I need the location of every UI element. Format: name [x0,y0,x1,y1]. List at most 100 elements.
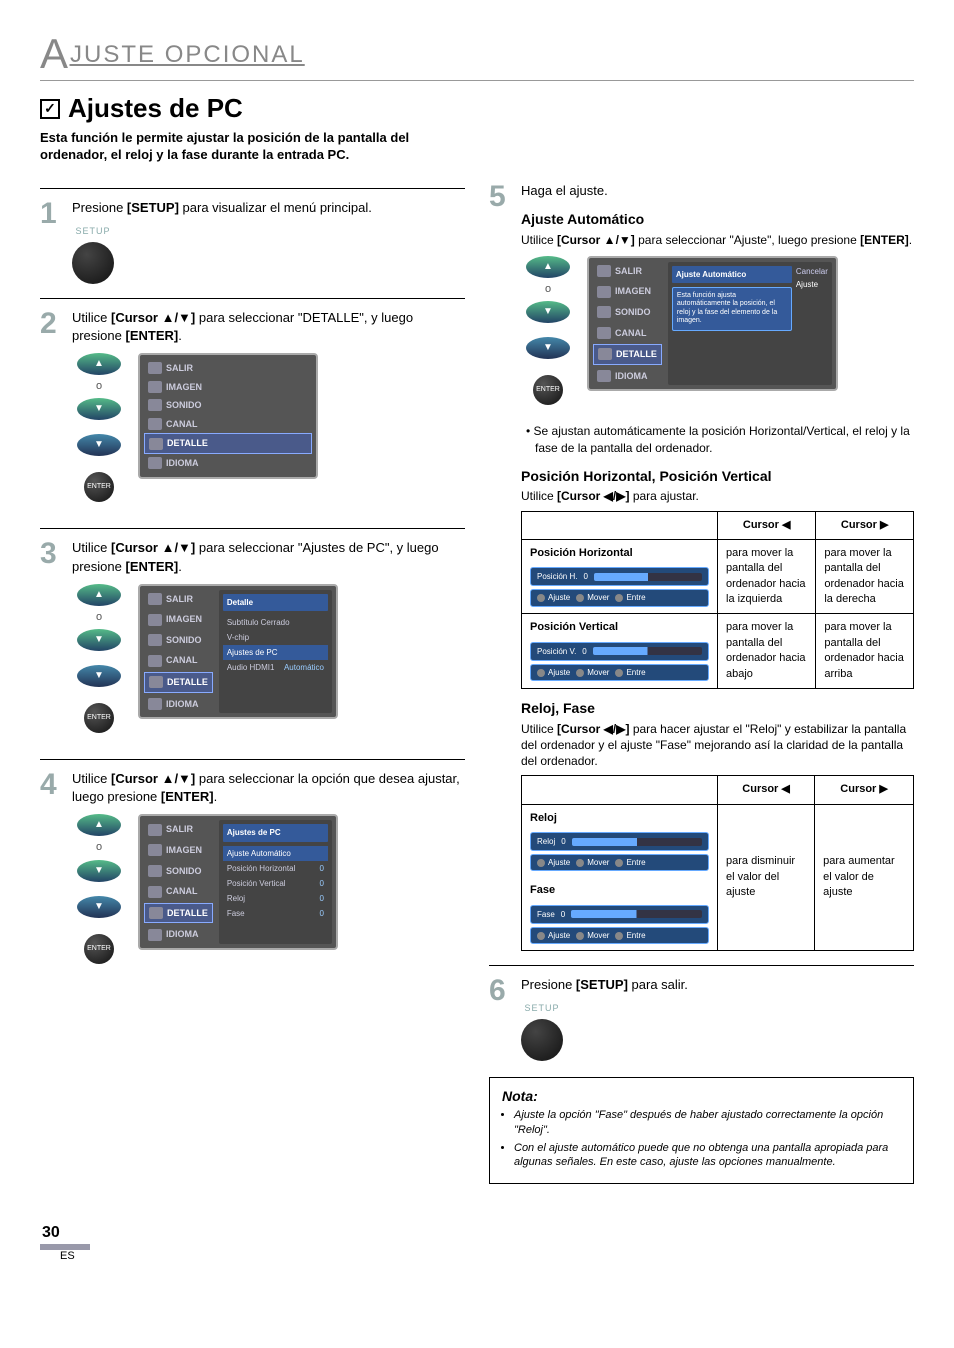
osd-sidebar: SALIR IMAGEN SONIDO CANAL DETALLE IDIOMA [144,820,213,944]
down-button-icon: ▼ [77,629,121,651]
header-letter: A [40,30,70,77]
menu-item-sonido: SONIDO [144,396,312,415]
menu-item-canal: CANAL [144,882,213,901]
down-arrow-icon: ▼ [526,337,570,359]
setup-label: SETUP [75,225,110,238]
th-cursor-left: Cursor ◀ [718,776,815,804]
menu-item-idioma: IDIOMA [144,454,312,473]
menu-item-idioma: IDIOMA [593,367,662,386]
note-item: Ajuste la opción "Fase" después de haber… [514,1108,901,1138]
remote-dpad-enter: ▲ o ▼ ▼ ENTER [521,256,575,417]
adjust-label: Ajuste [796,279,828,290]
left-column: 1 Presione [SETUP] para visualizar el me… [40,182,465,1184]
auto-bullet: • Se ajustan automáticamente la posición… [521,423,914,457]
osd-right-panel: Detalle Subtítulo Cerrado V-chip Ajustes… [219,590,332,714]
step-body: Haga el ajuste. Ajuste Automático Utilic… [521,182,914,951]
step-6: 6 Presione [SETUP] para salir. SETUP [489,976,914,1061]
osd-slider: Posición H.0 AjusteMoverEntre [530,567,709,606]
cell-left: para mover la pantalla del ordenador hac… [718,614,816,689]
step-1: 1 Presione [SETUP] para visualizar el me… [40,199,465,284]
section-title-row: ✓ Ajustes de PC [40,93,914,124]
menu-item-salir: SALIR [144,820,213,839]
pos-head: Posición Horizontal, Posición Vertical [521,467,914,487]
auto-actions: Cancelar Ajuste [796,266,828,382]
remote-dpad-enter: ▲ o ▼ ▼ ENTER [72,814,126,975]
lang-code: ES [40,1250,75,1262]
remote-dpad-enter: ▲ o ▼ ▼ ENTER [72,584,126,745]
divider [40,188,465,189]
th-empty [522,776,718,804]
row-name: Reloj [530,812,557,824]
clock-table: Cursor ◀ Cursor ▶ Reloj Reloj0 AjusteMov… [521,775,914,951]
menu-item-canal: CANAL [593,324,662,343]
cell-right: para aumentar el valor de ajuste [815,804,914,951]
clock-head: Reloj, Fase [521,699,914,719]
panel-item-selected: Ajustes de PC [223,645,328,660]
panel-header: Ajuste Automático [672,266,792,283]
menu-item-detalle: DETALLE [144,903,213,924]
divider [40,759,465,760]
or-label: o [96,840,102,855]
note-list: Ajuste la opción "Fase" después de haber… [502,1108,901,1170]
page-number: 30 [40,1224,90,1250]
section-intro: Esta función le permite ajustar la posic… [40,130,470,164]
table-row: Posición Vertical Posición V.0 AjusteMov… [522,614,914,689]
figure-step4: ▲ o ▼ ▼ ENTER SALIR IMAGEN SONIDO CANAL [72,814,465,975]
pos-text: Utilice [Cursor ◀/▶] para ajustar. [521,488,914,504]
position-table: Cursor ◀ Cursor ▶ Posición Horizontal Po… [521,511,914,690]
section-title: Ajustes de PC [68,93,243,124]
osd-sidebar: SALIR IMAGEN SONIDO CANAL DETALLE IDIOMA [593,262,662,386]
down-arrow-icon: ▼ [77,434,121,456]
checkbox-icon: ✓ [40,99,60,119]
menu-item-imagen: IMAGEN [144,610,213,629]
menu-item-detalle: DETALLE [144,433,312,454]
remote-dpad-enter: ▲ o ▼ ▼ ENTER [72,353,126,514]
table-row: Posición Horizontal Posición H.0 AjusteM… [522,539,914,614]
note-title: Nota: [502,1088,901,1104]
figure-auto: ▲ o ▼ ▼ ENTER SALIR IMAGEN SONIDO CANAL [521,256,914,417]
step-body: Utilice [Cursor ▲/▼] para seleccionar la… [72,770,465,976]
panel-item: Subtítulo Cerrado [223,615,328,630]
cell-right: para mover la pantalla del ordenador hac… [816,539,914,614]
menu-item-salir: SALIR [144,359,312,378]
th-cursor-left: Cursor ◀ [718,511,816,539]
menu-item-canal: CANAL [144,651,213,670]
step-4: 4 Utilice [Cursor ▲/▼] para seleccionar … [40,770,465,976]
figure-step2: ▲ o ▼ ▼ ENTER SALIR IMAGEN SONIDO CANAL … [72,353,465,514]
menu-item-sonido: SONIDO [593,303,662,322]
figure-setup-button: SETUP [521,1002,914,1061]
note-box: Nota: Ajuste la opción "Fase" después de… [489,1077,914,1184]
or-label: o [545,282,551,297]
setup-button-icon [521,1019,563,1061]
up-button-icon: ▲ [77,353,121,375]
menu-item-idioma: IDIOMA [144,925,213,944]
th-cursor-right: Cursor ▶ [815,776,914,804]
osd-menu-detalle-selected: SALIR IMAGEN SONIDO CANAL DETALLE IDIOMA [138,353,318,479]
figure-step3: ▲ o ▼ ▼ ENTER SALIR IMAGEN SONIDO CANAL [72,584,465,745]
osd-slider: Posición V.0 AjusteMoverEntre [530,642,709,681]
osd-slider: Reloj0 AjusteMoverEntre [530,832,709,871]
step-2: 2 Utilice [Cursor ▲/▼] para seleccionar … [40,309,465,515]
setup-button-icon [72,242,114,284]
table-row: Reloj Reloj0 AjusteMoverEntre para dismi… [522,804,914,877]
cell-left: para disminuir el valor del ajuste [718,804,815,951]
osd-slider: Fase0 AjusteMoverEntre [530,905,709,944]
auto-desc: Esta función ajusta automáticamente la p… [672,287,792,331]
figure-setup-button: SETUP [72,225,465,284]
setup-label: SETUP [524,1002,559,1015]
menu-item-imagen: IMAGEN [144,378,312,397]
page-footer: 30 ES [40,1224,914,1262]
th-empty [522,511,718,539]
panel-item: Posición Vertical0 [223,876,328,891]
osd-menu-detalle-panel: SALIR IMAGEN SONIDO CANAL DETALLE IDIOMA… [138,584,338,720]
step-number: 4 [40,770,64,976]
down-button-icon: ▼ [77,860,121,882]
step-number: 3 [40,539,64,745]
menu-item-imagen: IMAGEN [593,282,662,301]
down-button-icon: ▼ [77,398,121,420]
right-column: 5 Haga el ajuste. Ajuste Automático Util… [489,182,914,1184]
page-header: AJUSTE OPCIONAL [40,30,914,81]
osd-right-panel: Ajustes de PC Ajuste Automático Posición… [219,820,332,944]
step-body: Presione [SETUP] para visualizar el menú… [72,199,465,284]
auto-adjust-head: Ajuste Automático [521,210,914,230]
